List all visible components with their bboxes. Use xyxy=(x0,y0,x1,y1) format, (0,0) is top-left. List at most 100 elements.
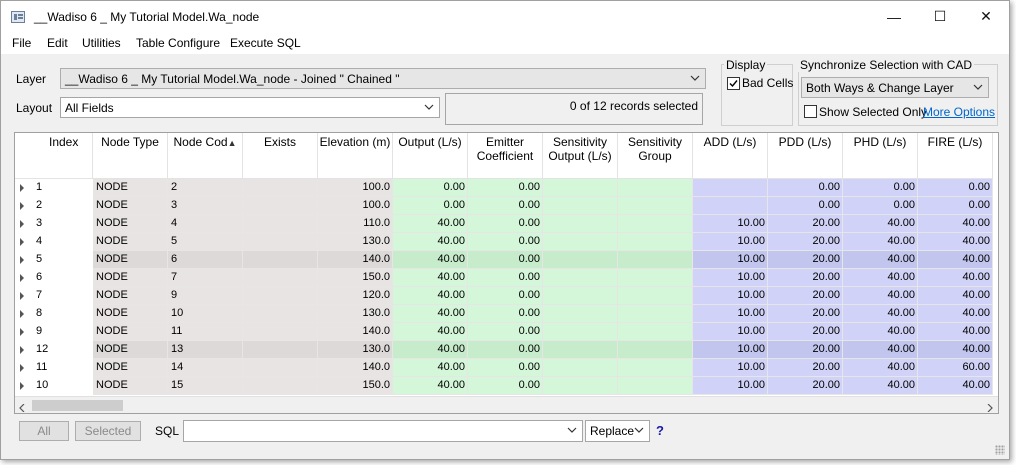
cell-exists[interactable] xyxy=(243,179,318,197)
cell-sensitivity-group[interactable] xyxy=(618,251,693,269)
cell-fire-l-s[interactable]: 0.00 xyxy=(918,179,993,197)
cell-exists[interactable] xyxy=(243,341,318,359)
cell-pdd-l-s[interactable]: 20.00 xyxy=(768,305,843,323)
cell-sensitivity-output-l-s[interactable] xyxy=(543,197,618,215)
sql-input[interactable] xyxy=(183,420,583,442)
cell-exists[interactable] xyxy=(243,197,318,215)
row-index[interactable]: 8 xyxy=(32,305,93,323)
cell-fire-l-s[interactable]: 60.00 xyxy=(918,359,993,377)
cell-sensitivity-output-l-s[interactable] xyxy=(543,179,618,197)
cell-output-l-s[interactable]: 40.00 xyxy=(393,323,468,341)
cell-pdd-l-s[interactable]: 20.00 xyxy=(768,215,843,233)
column-header-exists[interactable]: Exists xyxy=(243,133,318,179)
help-button[interactable]: ? xyxy=(656,423,664,438)
cell-node-cod[interactable]: 4 xyxy=(168,215,243,233)
row-selector-icon[interactable] xyxy=(20,256,24,264)
cell-node-cod[interactable]: 10 xyxy=(168,305,243,323)
cell-sensitivity-group[interactable] xyxy=(618,305,693,323)
cell-pdd-l-s[interactable]: 20.00 xyxy=(768,359,843,377)
cell-fire-l-s[interactable]: 0.00 xyxy=(918,197,993,215)
minimize-button[interactable]: — xyxy=(871,1,917,32)
cell-exists[interactable] xyxy=(243,359,318,377)
cell-exists[interactable] xyxy=(243,215,318,233)
menu-table-configure[interactable]: Table Configure xyxy=(136,36,220,50)
row-index[interactable]: 2 xyxy=(32,197,93,215)
cell-sensitivity-group[interactable] xyxy=(618,341,693,359)
cell-phd-l-s[interactable]: 0.00 xyxy=(843,197,918,215)
column-header-sensitivity-group[interactable]: Sensitivity Group xyxy=(618,133,693,179)
cell-emitter-coefficient[interactable]: 0.00 xyxy=(468,251,543,269)
show-selected-only-checkbox[interactable] xyxy=(804,105,817,118)
sync-combo[interactable]: Both Ways & Change Layer xyxy=(801,77,989,98)
cell-sensitivity-output-l-s[interactable] xyxy=(543,305,618,323)
cell-sensitivity-group[interactable] xyxy=(618,215,693,233)
cell-elevation-m[interactable]: 130.0 xyxy=(318,305,393,323)
cell-node-type[interactable]: NODE xyxy=(93,197,168,215)
cell-pdd-l-s[interactable]: 20.00 xyxy=(768,269,843,287)
cell-output-l-s[interactable]: 0.00 xyxy=(393,197,468,215)
cell-node-type[interactable]: NODE xyxy=(93,377,168,395)
cell-pdd-l-s[interactable]: 0.00 xyxy=(768,197,843,215)
cell-output-l-s[interactable]: 40.00 xyxy=(393,359,468,377)
cell-emitter-coefficient[interactable]: 0.00 xyxy=(468,233,543,251)
column-header-phd-l-s[interactable]: PHD (L/s) xyxy=(843,133,918,179)
cell-node-type[interactable]: NODE xyxy=(93,359,168,377)
cell-sensitivity-group[interactable] xyxy=(618,287,693,305)
cell-emitter-coefficient[interactable]: 0.00 xyxy=(468,377,543,395)
cell-node-cod[interactable]: 9 xyxy=(168,287,243,305)
row-index[interactable]: 6 xyxy=(32,269,93,287)
cell-add-l-s[interactable]: 10.00 xyxy=(693,305,768,323)
scroll-left-icon[interactable] xyxy=(19,401,25,413)
cell-emitter-coefficient[interactable]: 0.00 xyxy=(468,197,543,215)
cell-output-l-s[interactable]: 40.00 xyxy=(393,215,468,233)
row-index[interactable]: 9 xyxy=(32,323,93,341)
cell-sensitivity-output-l-s[interactable] xyxy=(543,359,618,377)
row-selector-icon[interactable] xyxy=(20,310,24,318)
cell-node-cod[interactable]: 13 xyxy=(168,341,243,359)
cell-node-cod[interactable]: 6 xyxy=(168,251,243,269)
cell-elevation-m[interactable]: 100.0 xyxy=(318,179,393,197)
column-header-output-l-s[interactable]: Output (L/s) xyxy=(393,133,468,179)
cell-output-l-s[interactable]: 40.00 xyxy=(393,341,468,359)
cell-emitter-coefficient[interactable]: 0.00 xyxy=(468,323,543,341)
cell-add-l-s[interactable]: 10.00 xyxy=(693,233,768,251)
cell-exists[interactable] xyxy=(243,377,318,395)
cell-add-l-s[interactable]: 10.00 xyxy=(693,269,768,287)
cell-output-l-s[interactable]: 40.00 xyxy=(393,287,468,305)
cell-sensitivity-output-l-s[interactable] xyxy=(543,269,618,287)
cell-elevation-m[interactable]: 150.0 xyxy=(318,269,393,287)
cell-node-type[interactable]: NODE xyxy=(93,305,168,323)
cell-pdd-l-s[interactable]: 0.00 xyxy=(768,179,843,197)
column-header-sensitivity-output-l-s[interactable]: Sensitivity Output (L/s) xyxy=(543,133,618,179)
menu-file[interactable]: File xyxy=(12,36,31,50)
cell-node-type[interactable]: NODE xyxy=(93,251,168,269)
cell-emitter-coefficient[interactable]: 0.00 xyxy=(468,179,543,197)
cell-node-cod[interactable]: 15 xyxy=(168,377,243,395)
column-header-elevation-m[interactable]: Elevation (m) xyxy=(318,133,393,179)
cell-output-l-s[interactable]: 40.00 xyxy=(393,269,468,287)
layer-combo[interactable]: __Wadiso 6 _ My Tutorial Model.Wa_node -… xyxy=(60,68,706,89)
cell-elevation-m[interactable]: 140.0 xyxy=(318,323,393,341)
cell-elevation-m[interactable]: 150.0 xyxy=(318,377,393,395)
cell-exists[interactable] xyxy=(243,287,318,305)
cell-phd-l-s[interactable]: 40.00 xyxy=(843,215,918,233)
scroll-right-icon[interactable] xyxy=(987,401,993,413)
cell-elevation-m[interactable]: 130.0 xyxy=(318,233,393,251)
cell-sensitivity-output-l-s[interactable] xyxy=(543,233,618,251)
cell-sensitivity-group[interactable] xyxy=(618,233,693,251)
cell-sensitivity-group[interactable] xyxy=(618,179,693,197)
resize-grip-icon[interactable] xyxy=(995,445,1005,455)
cell-sensitivity-output-l-s[interactable] xyxy=(543,287,618,305)
row-index[interactable]: 3 xyxy=(32,215,93,233)
cell-pdd-l-s[interactable]: 20.00 xyxy=(768,341,843,359)
cell-fire-l-s[interactable]: 40.00 xyxy=(918,305,993,323)
row-index[interactable]: 5 xyxy=(32,251,93,269)
row-index[interactable]: 7 xyxy=(32,287,93,305)
maximize-button[interactable]: ☐ xyxy=(917,1,963,32)
cell-node-type[interactable]: NODE xyxy=(93,233,168,251)
cell-sensitivity-output-l-s[interactable] xyxy=(543,251,618,269)
column-header-fire-l-s[interactable]: FIRE (L/s) xyxy=(918,133,993,179)
cell-output-l-s[interactable]: 40.00 xyxy=(393,377,468,395)
column-header-node-cod[interactable]: Node Cod▲ xyxy=(168,133,243,179)
cell-node-type[interactable]: NODE xyxy=(93,179,168,197)
